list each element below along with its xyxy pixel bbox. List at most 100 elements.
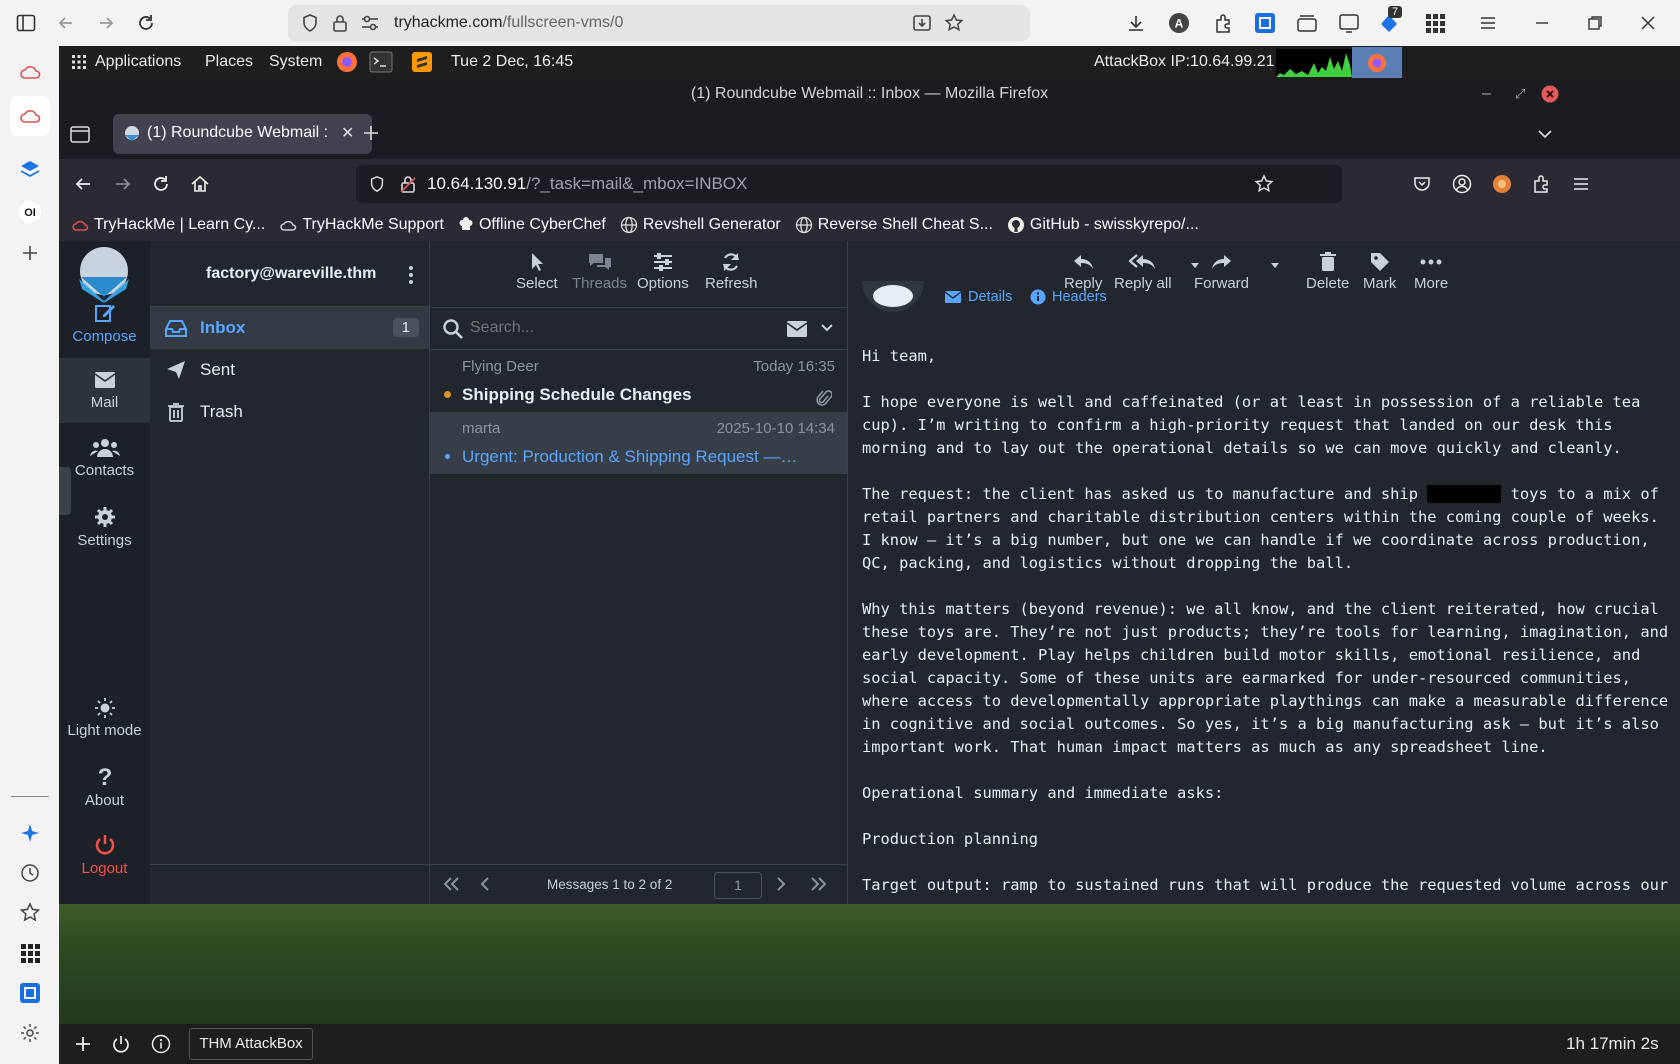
firefox-launcher-icon[interactable] xyxy=(335,50,359,74)
unread-dot[interactable] xyxy=(444,391,451,398)
layers-icon[interactable] xyxy=(18,158,42,182)
ff-back-icon[interactable] xyxy=(73,174,93,194)
ff-forward-icon[interactable] xyxy=(113,174,133,194)
downloads-icon[interactable] xyxy=(1126,13,1146,33)
install-app-icon[interactable] xyxy=(912,13,932,33)
ff-maximize-icon[interactable]: ⤢ xyxy=(1515,79,1525,109)
bookmark-github[interactable]: GitHub - swisskyrepo/... xyxy=(1007,216,1199,234)
bookmark-thm-support[interactable]: TryHackMe Support xyxy=(279,216,444,234)
taskbar-attackbox-button[interactable]: THM AttackBox xyxy=(189,1028,313,1060)
account-icon[interactable]: A xyxy=(1168,12,1190,34)
minimize-icon[interactable] xyxy=(1532,13,1552,33)
nav-light-mode[interactable]: Light mode xyxy=(59,697,150,739)
notification-icon[interactable]: 7 xyxy=(1378,6,1403,34)
outer-address-bar[interactable]: tryhackme.com/fullscreen-vms/0 xyxy=(288,5,1030,41)
taskbar-add-icon[interactable] xyxy=(73,1034,93,1054)
tab-close-icon[interactable]: ✕ xyxy=(341,123,354,143)
bookmark-revshell[interactable]: Revshell Generator xyxy=(620,216,781,234)
taskbar-power-icon[interactable] xyxy=(111,1034,131,1054)
message-row-selected[interactable]: marta 2025-10-10 14:34 Urgent: Productio… xyxy=(430,412,847,474)
account-menu-icon[interactable] xyxy=(408,265,414,285)
ff-bookmark-star-icon[interactable] xyxy=(1254,174,1274,194)
options-button[interactable]: Options xyxy=(637,249,689,292)
nav-logout[interactable]: Logout xyxy=(59,833,150,877)
ff-reload-icon[interactable] xyxy=(151,174,171,194)
history-icon[interactable] xyxy=(19,862,41,884)
folder-trash[interactable]: Trash xyxy=(150,391,429,433)
menu-places[interactable]: Places xyxy=(205,53,253,71)
ff-address-bar[interactable]: 10.64.130.91/?_task=mail&_mbox=INBOX xyxy=(356,165,1342,203)
back-icon[interactable] xyxy=(56,13,76,33)
collections-icon[interactable] xyxy=(1296,12,1318,34)
panel-datetime[interactable]: Tue 2 Dec, 16:45 xyxy=(451,53,573,71)
prev-page-icon[interactable] xyxy=(480,876,490,892)
close-window-icon[interactable] xyxy=(1638,13,1658,33)
window-icon[interactable] xyxy=(1338,12,1360,34)
forward-icon[interactable] xyxy=(96,13,116,33)
restore-icon[interactable] xyxy=(1585,13,1605,33)
foxyproxy-icon[interactable] xyxy=(1492,174,1512,194)
apps-grid-icon[interactable] xyxy=(1424,12,1446,34)
reply-all-button[interactable]: Reply all xyxy=(1114,249,1172,292)
threads-button[interactable]: Threads xyxy=(572,249,627,292)
search-input[interactable] xyxy=(470,314,790,342)
cloud-icon[interactable] xyxy=(18,60,42,84)
ff-extensions-icon[interactable] xyxy=(1531,174,1551,194)
headers-link[interactable]: Headers xyxy=(1030,289,1107,305)
gear-icon[interactable] xyxy=(19,1022,41,1044)
splitter-handle[interactable] xyxy=(59,467,71,515)
folder-sent[interactable]: Sent xyxy=(150,349,429,391)
menu-icon[interactable] xyxy=(1478,13,1498,33)
select-button[interactable]: Select xyxy=(516,249,558,292)
thm-extension-icon[interactable] xyxy=(1254,12,1276,34)
delete-button[interactable]: Delete xyxy=(1306,249,1349,292)
search-scope-mail-icon[interactable] xyxy=(786,320,808,338)
nav-mail[interactable]: Mail xyxy=(59,369,150,411)
pocket-icon[interactable] xyxy=(1412,174,1432,194)
nav-settings[interactable]: Settings xyxy=(59,505,150,549)
sidebar-toggle-icon[interactable] xyxy=(16,13,36,33)
more-button[interactable]: More xyxy=(1414,249,1448,292)
ff-home-icon[interactable] xyxy=(189,173,211,195)
ff-account-icon[interactable] xyxy=(1452,174,1472,194)
oi-icon[interactable]: OI xyxy=(18,200,42,224)
nav-compose[interactable]: Compose xyxy=(59,301,150,345)
ff-close-icon[interactable] xyxy=(1541,85,1559,103)
next-page-icon[interactable] xyxy=(776,876,786,892)
firefox-taskbar-icon[interactable] xyxy=(1352,47,1402,78)
favorites-icon[interactable] xyxy=(19,902,41,924)
ff-menu-icon[interactable] xyxy=(1571,174,1591,194)
roundcube-logo[interactable] xyxy=(73,245,135,305)
page-number-input[interactable]: 1 xyxy=(714,872,762,899)
terminal-launcher-icon[interactable] xyxy=(369,51,393,73)
tab-roundcube[interactable]: (1) Roundcube Webmail : ✕ xyxy=(113,114,372,154)
tab-overview-icon[interactable] xyxy=(69,123,91,145)
cloud-active-icon[interactable] xyxy=(10,96,50,136)
forward-dropdown-icon[interactable] xyxy=(1270,261,1280,269)
message-row[interactable]: Flying Deer Today 16:35 Shipping Schedul… xyxy=(430,350,847,412)
refresh-button[interactable]: Refresh xyxy=(705,249,758,292)
folder-inbox[interactable]: Inbox 1 xyxy=(150,307,429,349)
reload-icon[interactable] xyxy=(136,13,156,33)
search-options-chevron-icon[interactable] xyxy=(820,321,834,335)
forward-button[interactable]: Forward xyxy=(1194,249,1249,292)
menu-applications[interactable]: Applications xyxy=(95,53,181,71)
ff-minimize-icon[interactable]: – xyxy=(1482,79,1491,109)
thm-icon[interactable] xyxy=(19,982,41,1004)
nav-about[interactable]: ? About xyxy=(59,765,150,809)
add-icon[interactable] xyxy=(19,242,41,264)
site-settings-icon[interactable] xyxy=(360,14,380,32)
bookmark-reverse-shell[interactable]: Reverse Shell Cheat S... xyxy=(795,216,993,234)
sparkle-icon[interactable] xyxy=(19,822,41,844)
mark-button[interactable]: Mark xyxy=(1363,249,1396,292)
sublime-launcher-icon[interactable] xyxy=(411,51,433,73)
bookmark-tryhackme[interactable]: TryHackMe | Learn Cy... xyxy=(71,216,265,234)
new-tab-icon[interactable] xyxy=(361,123,381,143)
star-icon[interactable] xyxy=(944,13,964,33)
taskbar-info-icon[interactable] xyxy=(151,1034,171,1054)
first-page-icon[interactable] xyxy=(442,876,460,892)
details-link[interactable]: Details xyxy=(944,289,1012,305)
reply-button[interactable]: Reply xyxy=(1064,249,1102,292)
bookmark-cyberchef[interactable]: Offline CyberChef xyxy=(458,216,606,234)
last-page-icon[interactable] xyxy=(810,876,828,892)
